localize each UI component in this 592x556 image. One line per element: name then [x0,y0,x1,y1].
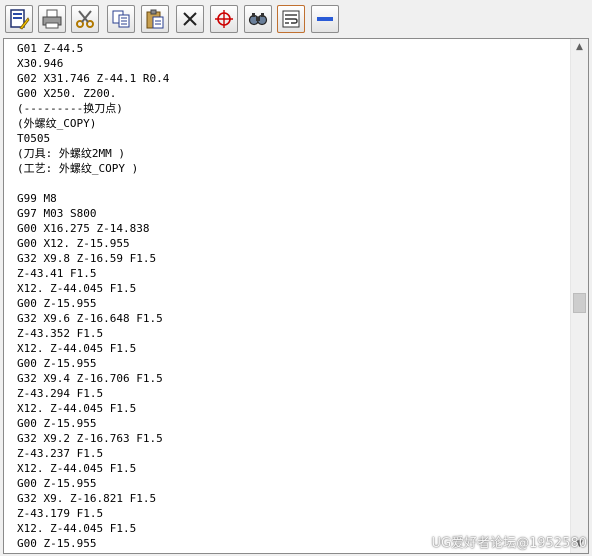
delete-button[interactable] [176,5,204,33]
scroll-up-arrow-icon[interactable]: ▲ [571,39,588,56]
print-button[interactable] [38,5,66,33]
scrollbar-thumb[interactable] [573,293,586,313]
code-line: G32 X9. Z-16.821 F1.5 [17,492,157,505]
code-line: X30.946 [17,57,64,70]
code-line: G00 Z-15.955 [17,357,97,370]
code-line: Z-43.179 F1.5 [17,507,104,520]
minus-icon [317,17,333,21]
code-line: (工艺: 外螺纹_COPY ) [17,162,139,175]
code-line: G32 X9.2 Z-16.763 F1.5 [17,432,163,445]
nc-code-editor[interactable]: G01 Z-44.5 X30.946 G02 X31.746 Z-44.1 R0.4… [3,38,589,554]
code-line: (---------换刀点) [17,102,123,115]
word-wrap-button[interactable] [277,5,305,33]
copy-icon [112,10,130,28]
delete-icon [183,12,197,26]
code-line: G97 M03 S800 [17,207,97,220]
code-line: X12. Z-44.045 F1.5 [17,462,137,475]
code-line: Z-43.41 F1.5 [17,267,97,280]
code-line: Z-43.352 F1.5 [17,327,104,340]
code-line: G00 X12. Z-15.955 [17,237,130,250]
toolbar [0,0,592,38]
vertical-scrollbar[interactable]: ▲ ▼ [570,39,588,553]
find-icon [248,13,268,26]
target-button[interactable] [210,5,238,33]
find-button[interactable] [244,5,272,33]
code-line: G99 M8 [17,192,57,205]
paste-icon [146,9,164,29]
code-line: X12. Z-44.045 F1.5 [17,282,137,295]
edit-icon [10,9,30,30]
code-line: (刀具: 外螺纹2MM ) [17,147,125,160]
code-text[interactable]: G01 Z-44.5 X30.946 G02 X31.746 Z-44.1 R0.4… [17,41,557,551]
code-line: G00 Z-15.955 [17,477,97,490]
code-line: G00 X250. Z200. [17,87,117,100]
watermark-text: UG爱好者论坛@1952580 [431,536,588,551]
code-line: T0505 [17,132,51,145]
code-line: Z-43.294 F1.5 [17,387,104,400]
code-line: G00 Z-15.955 [17,297,97,310]
cut-button[interactable] [71,5,99,33]
code-line: G01 Z-44.5 [17,42,84,55]
code-line: G32 X9.6 Z-16.648 F1.5 [17,312,163,325]
paste-button[interactable] [141,5,169,33]
code-line: G00 X16.275 Z-14.838 [17,222,150,235]
code-line: G00 Z-15.955 [17,417,97,430]
target-icon [215,10,233,28]
code-line: G02 X31.746 Z-44.1 R0.4 [17,72,170,85]
edit-button[interactable] [5,5,33,33]
wrap-icon [282,10,300,28]
code-line: G32 X9.8 Z-16.59 F1.5 [17,252,157,265]
minus-button[interactable] [311,5,339,33]
code-line: X12. Z-44.045 F1.5 [17,342,137,355]
code-line: G32 X9.4 Z-16.706 F1.5 [17,372,163,385]
cut-icon [76,10,94,28]
code-line: (外螺纹_COPY) [17,117,97,130]
print-icon [42,9,62,29]
code-line: X12. Z-44.045 F1.5 [17,402,137,415]
copy-button[interactable] [107,5,135,33]
code-line: Z-43.237 F1.5 [17,447,104,460]
